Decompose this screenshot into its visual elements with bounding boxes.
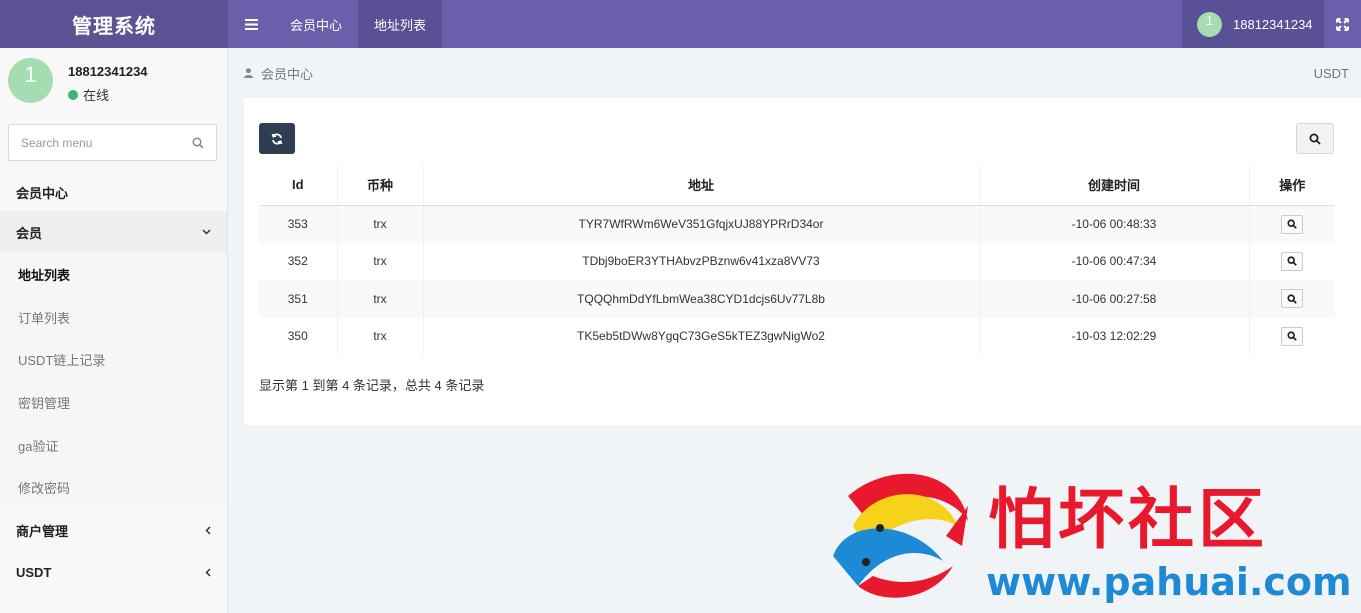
cell-coin: trx xyxy=(336,205,423,243)
top-user-menu[interactable]: 1 18812341234 xyxy=(1182,0,1324,48)
row-view-button[interactable] xyxy=(1281,251,1304,271)
sidebar-item-label: USDT xyxy=(16,564,52,580)
refresh-button[interactable] xyxy=(259,123,295,154)
col-header-created[interactable]: 创建时间 xyxy=(978,165,1249,206)
cell-address: TK5eb5tDWw8YgqC73GeS5kTEZ3gwNigWo2 xyxy=(422,317,979,355)
sidebar: 1 18812341234 在线 会员中心 会员 地址列表 订单列表 USDT链… xyxy=(0,48,228,613)
user-status: 在线 xyxy=(68,85,148,104)
chevron-left-icon xyxy=(205,526,211,535)
sidebar-item-merchant[interactable]: 商户管理 xyxy=(0,509,227,551)
cell-address: TYR7WfRWm6WeV351GfqjxUJ88YPRrD34or xyxy=(422,205,979,243)
tab-address-list[interactable]: 地址列表 xyxy=(358,0,443,48)
table-search-button[interactable] xyxy=(1296,123,1334,154)
watermark-text: 怕坏社区 xyxy=(988,481,1268,558)
cell-actions xyxy=(1248,205,1335,243)
tab-member-center[interactable]: 会员中心 xyxy=(274,0,358,48)
table-header-row: Id 币种 地址 创建时间 操作 xyxy=(259,165,1335,206)
user-panel: 1 18812341234 在线 xyxy=(0,48,227,120)
search-icon xyxy=(1309,133,1321,145)
chevron-down-icon xyxy=(202,229,211,235)
menu-header-member-center: 会员中心 xyxy=(16,185,69,201)
watermark: 怕坏社区 www.pahuai.com xyxy=(828,466,1358,606)
cell-actions xyxy=(1248,317,1335,355)
menu-search-input[interactable] xyxy=(21,135,192,150)
row-view-button[interactable] xyxy=(1281,326,1304,346)
cell-created: -10-03 12:02:29 xyxy=(978,317,1249,355)
sidebar-avatar: 1 xyxy=(8,58,53,103)
search-icon[interactable] xyxy=(192,136,204,149)
pagination-info: 显示第 1 到第 4 条记录，总共 4 条记录 xyxy=(259,378,485,393)
address-table: Id 币种 地址 创建时间 操作 353 trx TYR7WfRWm6WeV35… xyxy=(259,165,1335,355)
breadcrumb-left: 会员中心 xyxy=(244,64,313,83)
cell-created: -10-06 00:27:58 xyxy=(978,280,1249,318)
search-icon xyxy=(1287,219,1298,229)
top-navbar: 管理系统 会员中心 地址列表 1 18812341234 xyxy=(0,0,1361,48)
sidebar-user-name: 18812341234 xyxy=(68,64,148,79)
top-user-name: 18812341234 xyxy=(1233,16,1313,32)
table-row: 353 trx TYR7WfRWm6WeV351GfqjxUJ88YPRrD34… xyxy=(259,205,1335,243)
watermark-url: www.pahuai.com xyxy=(986,560,1352,604)
cell-id: 351 xyxy=(259,280,337,318)
cell-address: TQQQhmDdYfLbmWea38CYD1dcjs6Uv77L8b xyxy=(422,280,979,318)
cell-actions xyxy=(1248,280,1335,318)
address-list-card: Id 币种 地址 创建时间 操作 353 trx TYR7WfRWm6WeV35… xyxy=(244,98,1361,425)
menu-icon xyxy=(244,18,258,30)
search-icon xyxy=(1287,294,1298,304)
col-header-id[interactable]: Id xyxy=(259,165,337,206)
cell-id: 352 xyxy=(287,254,308,269)
sidebar-item-members[interactable]: 会员 xyxy=(0,211,227,253)
user-icon xyxy=(244,68,253,78)
cell-coin: trx xyxy=(336,317,423,355)
table-row: 352 trx TDbj9boER3YTHAbvzPBznw6v41xza8VV… xyxy=(259,242,1335,280)
search-icon xyxy=(1287,331,1298,342)
breadcrumb: 会员中心 USDT xyxy=(229,48,1361,98)
sidebar-item-address-list[interactable]: 地址列表 xyxy=(0,253,227,296)
breadcrumb-right: USDT xyxy=(1313,65,1349,81)
sidebar-toggle-button[interactable] xyxy=(228,0,274,48)
cell-created: -10-06 00:47:34 xyxy=(978,242,1249,280)
col-header-address[interactable]: 地址 xyxy=(422,165,979,206)
fullscreen-button[interactable] xyxy=(1324,0,1361,48)
search-icon xyxy=(1287,256,1298,267)
sidebar-item-usdt-chain-records[interactable]: USDT链上记录 xyxy=(0,338,227,382)
user-status-text: 在线 xyxy=(83,88,110,103)
sidebar-item-change-password[interactable]: 修改密码 xyxy=(0,466,227,510)
col-header-actions: 操作 xyxy=(1248,165,1335,206)
cell-coin: trx xyxy=(336,242,423,280)
chevron-left-icon xyxy=(205,568,211,577)
sidebar-item-usdt[interactable]: USDT xyxy=(0,551,227,593)
cell-id: 350 xyxy=(287,329,308,344)
sidebar-item-key-management[interactable]: 密钥管理 xyxy=(0,381,227,424)
cell-coin: trx xyxy=(336,280,423,318)
cell-id: 353 xyxy=(259,205,337,243)
breadcrumb-label[interactable]: 会员中心 xyxy=(261,64,313,83)
avatar: 1 xyxy=(1197,11,1222,37)
cell-address: TDbj9boER3YTHAbvzPBznw6v41xza8VV73 xyxy=(422,242,979,280)
table-row: 351 trx TQQQhmDdYfLbmWea38CYD1dcjs6Uv77L… xyxy=(259,280,1335,318)
fish-logo-icon xyxy=(833,473,968,598)
brand-title[interactable]: 管理系统 xyxy=(0,0,228,48)
sidebar-item-label: 会员 xyxy=(16,225,43,241)
online-dot-icon xyxy=(68,89,78,100)
expand-icon xyxy=(1336,17,1349,31)
cell-actions xyxy=(1248,242,1335,280)
sidebar-item-ga-verify[interactable]: ga验证 xyxy=(0,423,227,467)
sidebar-item-order-list[interactable]: 订单列表 xyxy=(0,295,227,339)
row-view-button[interactable] xyxy=(1281,214,1304,234)
cell-created: -10-06 00:48:33 xyxy=(978,205,1249,243)
refresh-icon xyxy=(271,133,283,144)
sidebar-menu: 会员中心 会员 地址列表 订单列表 USDT链上记录 密钥管理 ga验证 修改密… xyxy=(0,173,227,593)
sidebar-item-label: 商户管理 xyxy=(16,523,69,539)
row-view-button[interactable] xyxy=(1281,289,1304,309)
col-header-coin[interactable]: 币种 xyxy=(336,165,423,206)
table-row: 350 trx TK5eb5tDWw8YgqC73GeS5kTEZ3gwNigW… xyxy=(259,317,1335,355)
menu-search xyxy=(8,124,217,161)
